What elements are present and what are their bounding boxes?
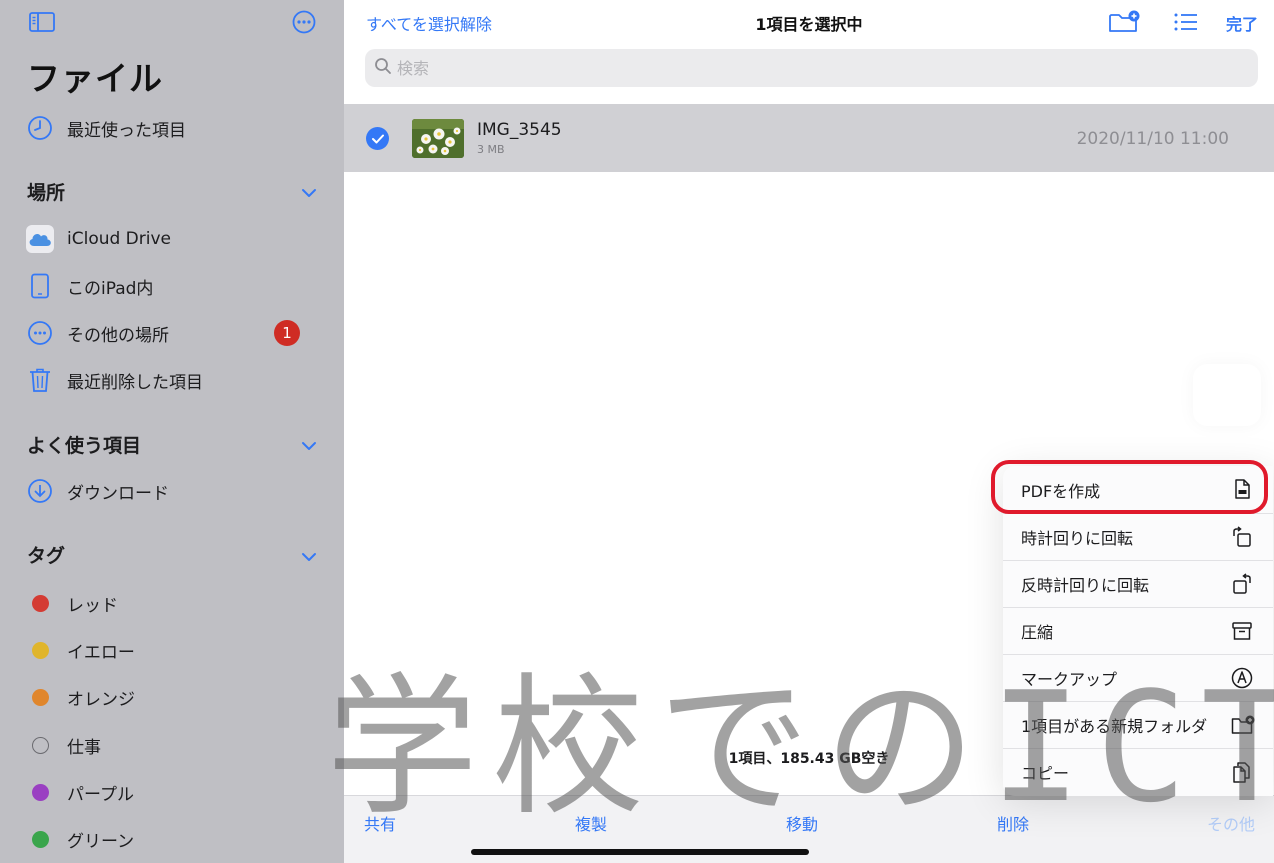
file-name: IMG_3545 [477,120,562,140]
download-icon [26,477,54,505]
rotate-counterclockwise-icon [1231,573,1253,595]
trash-icon [26,366,54,394]
sidebar-tag-orange[interactable]: オレンジ [26,679,326,715]
menu-item-label: 1項目がある新規フォルダ [1021,717,1208,736]
copy-icon [1231,761,1253,783]
tag-label: 仕事 [67,737,101,758]
file-thumbnail-image [412,119,464,158]
menu-item-label: コピー [1021,764,1070,783]
file-row[interactable]: IMG_3545 3 MB 2020/11/10 11:00 [344,104,1274,172]
section-header-favorites: よく使う項目 [27,435,142,457]
sidebar-tag-green[interactable]: グリーン [26,821,326,857]
chevron-down-icon[interactable] [300,437,318,450]
more-options-icon[interactable] [290,10,318,34]
sidebar-toggle-icon[interactable] [28,10,56,34]
share-button[interactable]: 共有 [364,811,396,835]
move-button[interactable]: 移動 [786,811,818,835]
file-size: 3 MB [477,143,505,156]
tag-label: グリーン [67,831,135,852]
more-button[interactable]: その他 [1207,811,1255,835]
tag-label: イエロー [67,642,135,663]
sidebar-item-recently-deleted[interactable]: 最近削除した項目 [26,362,326,398]
menu-item-label: 圧縮 [1021,623,1054,642]
sidebar-tag-work[interactable]: 仕事 [26,727,326,763]
sidebar-tag-red[interactable]: レッド [26,585,326,621]
home-indicator [471,849,809,855]
sidebar-item-label: その他の場所 [67,325,169,346]
checkmark-selected-icon[interactable] [366,127,389,150]
notification-badge: 1 [274,320,300,346]
menu-item-new-folder-with-item[interactable]: 1項目がある新規フォルダ [1003,701,1273,748]
menu-item-label: 時計回りに回転 [1021,529,1134,548]
rotate-clockwise-icon [1231,526,1253,548]
section-header-tags: タグ [27,545,66,567]
menu-item-copy[interactable]: コピー [1003,748,1273,795]
tag-color-dot-icon [31,688,49,706]
sidebar-item-other-locations[interactable]: その他の場所 1 [26,315,326,351]
sidebar-tag-yellow[interactable]: イエロー [26,632,326,668]
file-date: 2020/11/10 11:00 [1076,129,1229,149]
menu-item-markup[interactable]: マークアップ [1003,654,1273,701]
duplicate-button[interactable]: 複製 [575,811,607,835]
chevron-down-icon[interactable] [300,548,318,561]
tag-color-dot-icon [31,641,49,659]
menu-item-compress[interactable]: 圧縮 [1003,607,1273,654]
sidebar-item-label: ダウンロード [67,483,169,504]
chevron-down-icon[interactable] [300,184,318,197]
highlight-annotation-ring [991,460,1268,514]
sidebar-item-label: 最近削除した項目 [67,372,203,393]
menu-item-rotate-counterclockwise[interactable]: 反時計回りに回転 [1003,560,1273,607]
archive-box-icon [1231,620,1253,642]
section-header-locations: 場所 [27,182,66,204]
sidebar: ファイル 最近使った項目 場所 iCloud Drive このiPad内 その他… [0,0,344,863]
sidebar-item-label: iCloud Drive [67,229,172,249]
tag-color-dot-icon [31,830,49,848]
menu-item-label: 反時計回りに回転 [1021,576,1150,595]
tag-label: オレンジ [67,689,135,710]
search-icon [374,57,392,79]
icloud-icon [26,225,54,253]
tag-color-dot-icon [31,594,49,612]
sidebar-item-recents[interactable]: 最近使った項目 [26,110,326,146]
menu-item-label: マークアップ [1021,670,1118,689]
more-actions-menu: PDFを作成 時計回りに回転 反時計回りに回転 圧縮 マークアップ 1項目がある… [1003,466,1273,796]
tag-label: パープル [67,784,134,805]
sidebar-item-icloud-drive[interactable]: iCloud Drive [26,221,326,257]
list-view-icon[interactable] [1173,11,1199,37]
placeholder-tile [1193,364,1261,426]
clock-icon [26,114,54,142]
done-button[interactable]: 完了 [1226,11,1258,35]
sidebar-item-on-my-ipad[interactable]: このiPad内 [26,268,326,304]
menu-item-rotate-clockwise[interactable]: 時計回りに回転 [1003,513,1273,560]
tag-label: レッド [67,595,118,616]
new-folder-icon [1231,714,1255,736]
sidebar-item-label: 最近使った項目 [67,120,186,141]
search-input[interactable] [397,58,1197,78]
deselect-all-button[interactable]: すべてを選択解除 [366,11,492,35]
tag-color-dot-icon [31,736,49,754]
sidebar-title: ファイル [27,59,163,98]
ipad-icon [26,272,54,300]
sidebar-tag-purple[interactable]: パープル [26,774,326,810]
markup-pen-icon [1231,667,1253,689]
new-folder-icon[interactable] [1108,9,1142,39]
delete-button[interactable]: 削除 [997,811,1029,835]
search-bar[interactable] [365,49,1258,87]
more-icon [26,319,54,347]
sidebar-item-downloads[interactable]: ダウンロード [26,473,326,509]
tag-color-dot-icon [31,783,49,801]
sidebar-item-label: このiPad内 [67,278,154,299]
page-title: 1項目を選択中 [755,15,863,34]
